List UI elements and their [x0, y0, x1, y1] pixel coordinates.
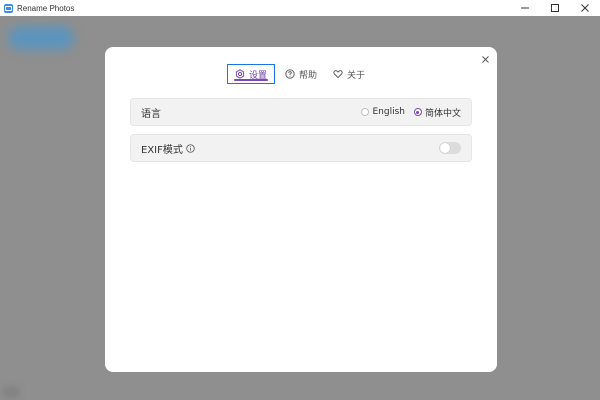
- minimize-icon: [521, 7, 529, 9]
- settings-dialog: 设置 帮助 关于 语言 English 简体中文 EXIF模式: [105, 47, 497, 372]
- blurred-element: [2, 386, 20, 398]
- close-icon: [581, 4, 589, 12]
- tab-help-label: 帮助: [299, 70, 318, 81]
- language-option-english[interactable]: English: [361, 107, 405, 117]
- language-radio-group: English 简体中文: [352, 106, 461, 119]
- dialog-close-button[interactable]: [480, 54, 490, 64]
- window-title: Rename Photos: [17, 3, 75, 13]
- minimize-button[interactable]: [510, 0, 540, 16]
- exif-toggle[interactable]: [439, 142, 461, 154]
- window-controls: [510, 0, 600, 16]
- exif-label: EXIF模式: [141, 144, 183, 156]
- close-icon: [481, 55, 489, 63]
- toggle-knob: [440, 143, 450, 153]
- tab-help[interactable]: 帮助: [279, 64, 323, 84]
- heart-icon: [333, 69, 343, 79]
- exif-setting-row: EXIF模式: [130, 134, 472, 162]
- app-icon: [4, 3, 13, 13]
- radio-checked-icon: [413, 108, 422, 116]
- tab-settings-label: 设置: [249, 70, 268, 81]
- help-icon: [285, 69, 295, 79]
- language-option-chinese[interactable]: 简体中文: [413, 106, 461, 119]
- dialog-tabs: 设置 帮助 关于: [227, 63, 375, 85]
- info-icon[interactable]: [186, 143, 196, 153]
- language-label: 语言: [141, 108, 161, 120]
- window-title-bar: Rename Photos: [0, 0, 600, 16]
- tab-settings[interactable]: 设置: [227, 64, 276, 84]
- radio-unchecked-icon: [361, 108, 370, 116]
- language-option-english-label: English: [372, 107, 405, 117]
- maximize-button[interactable]: [540, 0, 570, 16]
- close-window-button[interactable]: [570, 0, 600, 16]
- blurred-button: [8, 26, 74, 50]
- tab-about-label: 关于: [347, 70, 366, 81]
- language-option-chinese-label: 简体中文: [424, 108, 461, 119]
- language-setting-row: 语言 English 简体中文: [130, 98, 472, 126]
- gear-icon: [235, 69, 245, 79]
- tab-about[interactable]: 关于: [327, 64, 371, 84]
- maximize-icon: [551, 4, 559, 12]
